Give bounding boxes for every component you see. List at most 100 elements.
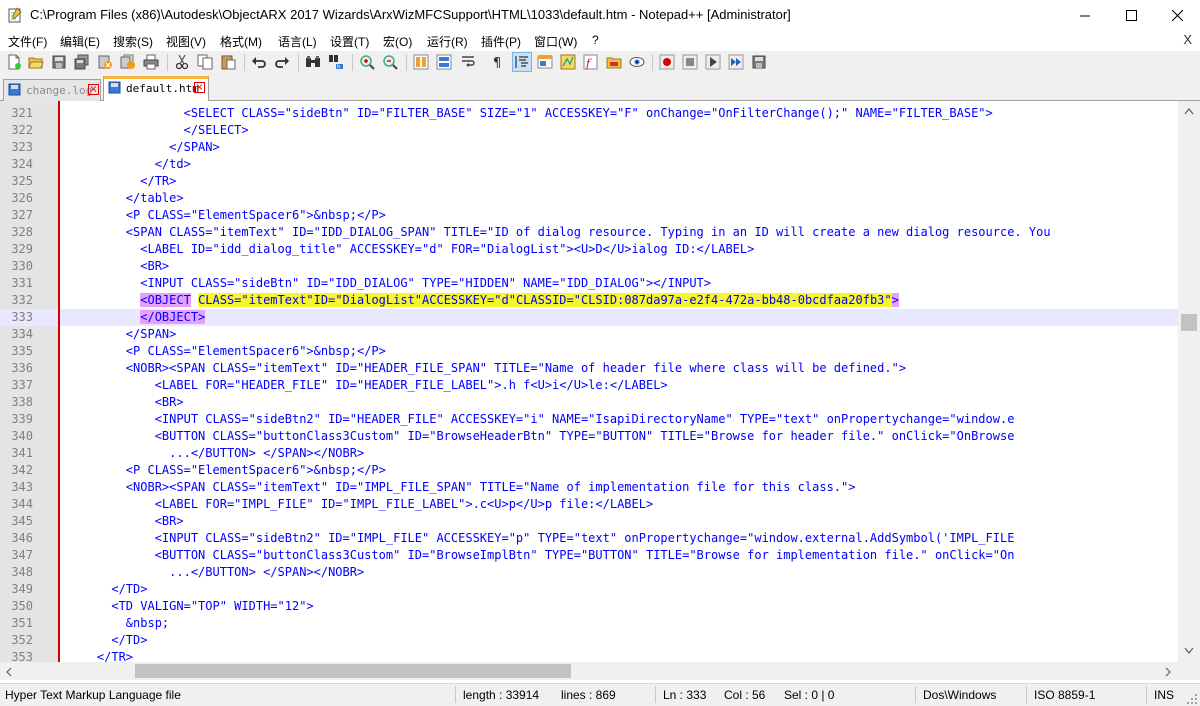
code-line[interactable]: 350 <TD VALIGN="TOP" WIDTH="12">: [0, 598, 1178, 615]
menu-file[interactable]: 文件(F): [8, 33, 47, 50]
status-encoding[interactable]: ISO 8859-1: [1034, 688, 1095, 702]
save-macro-icon[interactable]: [751, 54, 767, 70]
code-line[interactable]: 324 </td>: [0, 156, 1178, 173]
scroll-right-icon[interactable]: [1164, 667, 1172, 677]
code-line[interactable]: 336 <NOBR><SPAN CLASS="itemText" ID="HEA…: [0, 360, 1178, 377]
folder-as-workspace-icon[interactable]: [606, 54, 622, 70]
udl-icon[interactable]: [537, 54, 553, 70]
stop-macro-icon[interactable]: [682, 54, 698, 70]
menu-window[interactable]: 窗口(W): [534, 33, 577, 50]
redo-icon[interactable]: [274, 54, 290, 70]
code-line[interactable]: 325 </TR>: [0, 173, 1178, 190]
code-editor[interactable]: 321 <SELECT CLASS="sideBtn" ID="FILTER_B…: [0, 101, 1178, 662]
code-line[interactable]: 348 ...</BUTTON> </SPAN></NOBR>: [0, 564, 1178, 581]
zoom-out-icon[interactable]: [382, 54, 398, 70]
run-macro-multiple-icon[interactable]: [728, 54, 744, 70]
code-line[interactable]: 323 </SPAN>: [0, 139, 1178, 156]
menu-view[interactable]: 视图(V): [166, 33, 206, 50]
menu-search[interactable]: 搜索(S): [113, 33, 153, 50]
code-line[interactable]: 339 <INPUT CLASS="sideBtn2" ID="HEADER_F…: [0, 411, 1178, 428]
code-line[interactable]: 353 </TR>: [0, 649, 1178, 662]
menu-help[interactable]: ?: [592, 33, 599, 47]
code-line[interactable]: 338 <BR>: [0, 394, 1178, 411]
code-line[interactable]: 343 <NOBR><SPAN CLASS="itemText" ID="IMP…: [0, 479, 1178, 496]
copy-icon[interactable]: [197, 54, 213, 70]
code-line[interactable]: 327 <P CLASS="ElementSpacer6">&nbsp;</P>: [0, 207, 1178, 224]
line-text: <LABEL ID="idd_dialog_title" ACCESSKEY="…: [68, 242, 755, 256]
code-line[interactable]: 326 </table>: [0, 190, 1178, 207]
sync-vertical-icon[interactable]: [413, 54, 429, 70]
record-macro-icon[interactable]: [659, 54, 675, 70]
code-line[interactable]: 322 </SELECT>: [0, 122, 1178, 139]
code-line[interactable]: 331 <INPUT CLASS="sideBtn" ID="IDD_DIALO…: [0, 275, 1178, 292]
code-line[interactable]: 321 <SELECT CLASS="sideBtn" ID="FILTER_B…: [0, 105, 1178, 122]
close-window-button[interactable]: [1154, 0, 1200, 31]
save-icon[interactable]: [51, 54, 67, 70]
svg-text:b: b: [337, 64, 340, 70]
scroll-up-icon[interactable]: [1184, 107, 1194, 115]
code-line[interactable]: 337 <LABEL FOR="HEADER_FILE" ID="HEADER_…: [0, 377, 1178, 394]
vertical-scroll-thumb[interactable]: [1181, 314, 1197, 331]
code-line[interactable]: 346 <INPUT CLASS="sideBtn2" ID="IMPL_FIL…: [0, 530, 1178, 547]
code-line[interactable]: 333 </OBJECT>: [0, 309, 1178, 326]
line-number: 336: [11, 361, 33, 375]
code-line[interactable]: 342 <P CLASS="ElementSpacer6">&nbsp;</P>: [0, 462, 1178, 479]
code-line[interactable]: 349 </TD>: [0, 581, 1178, 598]
code-line[interactable]: 345 <BR>: [0, 513, 1178, 530]
show-all-chars-icon[interactable]: ¶: [490, 54, 506, 70]
close-file-icon[interactable]: [97, 54, 113, 70]
menu-settings[interactable]: 设置(T): [330, 33, 369, 50]
status-eol[interactable]: Dos\Windows: [923, 688, 996, 702]
menu-language[interactable]: 语言(L): [278, 33, 317, 50]
tab-close-icon[interactable]: ×: [88, 84, 99, 95]
scroll-down-icon[interactable]: [1184, 647, 1194, 655]
function-list-icon[interactable]: f: [583, 54, 599, 70]
status-insert-mode[interactable]: INS: [1154, 688, 1174, 702]
save-all-icon[interactable]: [74, 54, 90, 70]
tab-close-icon[interactable]: ×: [194, 82, 205, 93]
resize-grip-icon[interactable]: [1186, 693, 1198, 705]
word-wrap-icon[interactable]: [460, 54, 476, 70]
code-line[interactable]: 329 <LABEL ID="idd_dialog_title" ACCESSK…: [0, 241, 1178, 258]
doc-map-icon[interactable]: [560, 54, 576, 70]
menu-edit[interactable]: 编辑(E): [60, 33, 100, 50]
horizontal-scrollbar[interactable]: [0, 662, 1178, 680]
play-macro-icon[interactable]: [705, 54, 721, 70]
code-line[interactable]: 340 <BUTTON CLASS="buttonClass3Custom" I…: [0, 428, 1178, 445]
code-line[interactable]: 341 ...</BUTTON> </SPAN></NOBR>: [0, 445, 1178, 462]
minimize-button[interactable]: [1062, 0, 1108, 31]
code-line[interactable]: 352 </TD>: [0, 632, 1178, 649]
close-document-button[interactable]: X: [1183, 32, 1192, 47]
undo-icon[interactable]: [251, 54, 267, 70]
close-all-icon[interactable]: [120, 54, 136, 70]
code-line[interactable]: 335 <P CLASS="ElementSpacer6">&nbsp;</P>: [0, 343, 1178, 360]
code-line[interactable]: 328 <SPAN CLASS="itemText" ID="IDD_DIALO…: [0, 224, 1178, 241]
zoom-in-icon[interactable]: [359, 54, 375, 70]
code-line[interactable]: 330 <BR>: [0, 258, 1178, 275]
monitoring-icon[interactable]: [629, 54, 645, 70]
menu-plugins[interactable]: 插件(P): [481, 33, 521, 50]
tab-change-log[interactable]: change.log ×: [3, 79, 101, 101]
replace-icon[interactable]: b: [328, 54, 344, 70]
menu-format[interactable]: 格式(M): [220, 33, 262, 50]
sync-horizontal-icon[interactable]: [436, 54, 452, 70]
open-file-icon[interactable]: [28, 54, 44, 70]
menu-macro[interactable]: 宏(O): [383, 33, 412, 50]
find-icon[interactable]: [305, 54, 321, 70]
cut-icon[interactable]: [174, 54, 190, 70]
code-line[interactable]: 347 <BUTTON CLASS="buttonClass3Custom" I…: [0, 547, 1178, 564]
new-file-icon[interactable]: [6, 54, 22, 70]
scroll-left-icon[interactable]: [5, 667, 13, 677]
maximize-button[interactable]: [1108, 0, 1154, 31]
horizontal-scroll-thumb[interactable]: [135, 664, 571, 678]
print-icon[interactable]: [143, 54, 159, 70]
tab-default-htm[interactable]: default.htm ×: [103, 76, 209, 101]
code-line[interactable]: 344 <LABEL FOR="IMPL_FILE" ID="IMPL_FILE…: [0, 496, 1178, 513]
paste-icon[interactable]: [220, 54, 236, 70]
code-line[interactable]: 332 <OBJECT CLASS="itemText"ID="DialogLi…: [0, 292, 1178, 309]
indent-guide-icon[interactable]: [514, 54, 530, 70]
code-line[interactable]: 334 </SPAN>: [0, 326, 1178, 343]
menu-run[interactable]: 运行(R): [427, 33, 468, 50]
vertical-scrollbar[interactable]: [1178, 101, 1200, 662]
code-line[interactable]: 351 &nbsp;: [0, 615, 1178, 632]
